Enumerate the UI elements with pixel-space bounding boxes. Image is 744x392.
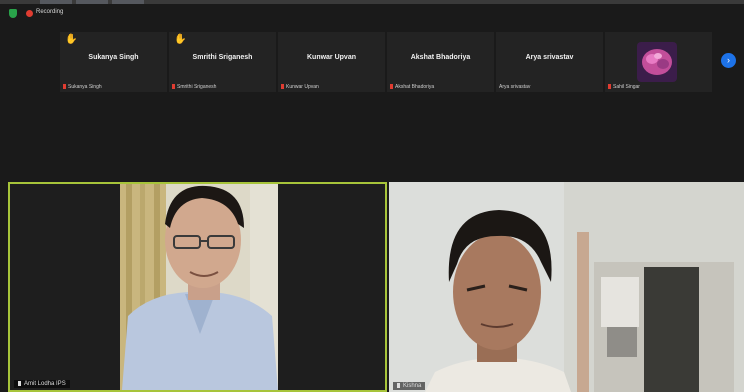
mic-muted-icon	[172, 84, 175, 89]
participant-name-label: Kishna	[393, 382, 426, 390]
speaker-name-label: Amit Lodha IPS	[14, 380, 70, 388]
participant-name: Kunwar Upvan	[306, 54, 356, 61]
participant-video[interactable]: Kishna	[389, 182, 744, 392]
participant-tile[interactable]: ✋ Sukanya Singh Sukanya Singh	[60, 32, 167, 92]
mic-muted-icon	[63, 84, 66, 89]
participant-caption: Akshat Bhadoriya	[390, 84, 434, 90]
mic-icon	[18, 381, 21, 386]
participant-tile[interactable]: Kunwar Upvan Kunwar Upvan	[278, 32, 385, 92]
participant-tile[interactable]: Arya srivastav Arya srivastav	[496, 32, 603, 92]
mic-muted-icon	[390, 84, 393, 89]
recording-label: Recording	[36, 9, 64, 15]
chevron-right-icon: ›	[727, 55, 730, 65]
participant-tile[interactable]: Akshat Bhadoriya Akshat Bhadoriya	[387, 32, 494, 92]
mic-icon	[397, 383, 400, 388]
participant-video-frame	[389, 182, 744, 392]
participant-caption: Sukanya Singh	[63, 84, 102, 90]
raised-hand-icon: ✋	[174, 34, 187, 45]
raised-hand-icon: ✋	[65, 34, 78, 45]
participant-caption: Smrithi Sriganesh	[172, 84, 216, 90]
participant-strip: ✋ Sukanya Singh Sukanya Singh ✋ Smrithi Srig…	[60, 32, 716, 92]
record-dot-icon[interactable]	[26, 10, 33, 17]
participant-tile[interactable]: Sahil Singar	[605, 32, 712, 92]
mic-muted-icon	[281, 84, 284, 89]
avatar	[637, 42, 677, 82]
mic-muted-icon	[608, 84, 611, 89]
speaker-video-frame	[10, 184, 385, 390]
participant-name: Smrithi Sriganesh	[192, 54, 253, 61]
next-page-button[interactable]: ›	[721, 53, 736, 68]
shield-icon[interactable]	[9, 9, 17, 18]
participant-tile[interactable]: ✋ Smrithi Sriganesh Smrithi Sriganesh	[169, 32, 276, 92]
participant-name: Sukanya Singh	[88, 54, 139, 61]
participant-name: Arya srivastav	[525, 54, 574, 61]
participant-caption: Arya srivastav	[499, 84, 531, 90]
active-speaker-video[interactable]: Amit Lodha IPS	[8, 182, 387, 392]
meeting-toolbar: Recording	[0, 4, 744, 24]
participant-caption: Kunwar Upvan	[281, 84, 319, 90]
participant-caption: Sahil Singar	[608, 84, 640, 90]
participant-name: Akshat Bhadoriya	[410, 54, 471, 61]
